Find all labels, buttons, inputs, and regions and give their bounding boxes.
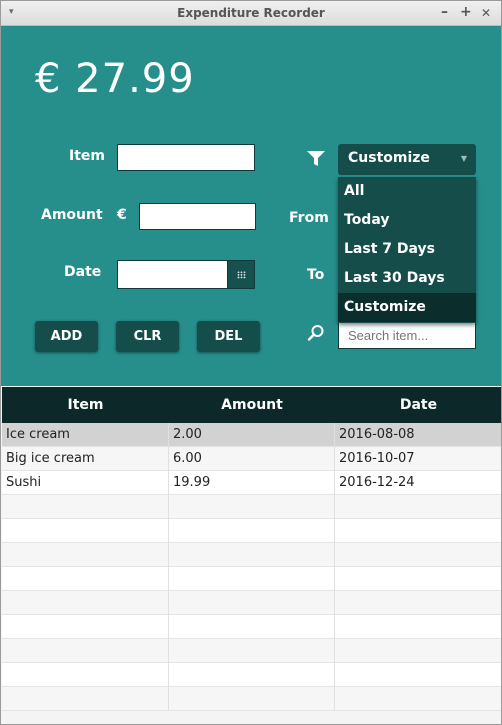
empty-table-row (2, 495, 501, 519)
search-input[interactable] (338, 321, 476, 349)
filter-selected-value: Customize (348, 150, 430, 166)
cell-item: Ice cream (2, 423, 169, 447)
filter-combobox[interactable]: Customize ▼ (338, 144, 476, 175)
calendar-icon (237, 271, 246, 279)
empty-table-row (2, 591, 501, 615)
cell-date: 2016-12-24 (339, 475, 415, 490)
cell-amount: 19.99 (169, 471, 335, 495)
amount-input[interactable] (139, 203, 256, 230)
filter-dropdown-menu: All Today Last 7 Days Last 30 Days Custo… (338, 177, 476, 323)
item-label: Item (69, 148, 105, 164)
empty-table-row (2, 639, 501, 663)
item-input[interactable] (117, 144, 255, 171)
empty-table-row (2, 687, 501, 711)
date-picker-button[interactable] (228, 260, 255, 289)
table-row[interactable]: Ice cream 2.00 2016-08-08 (2, 423, 501, 447)
column-header-item[interactable]: Item (2, 387, 169, 423)
expense-table: Item Amount Date Ice cream 2.00 2016-08-… (2, 387, 501, 724)
empty-table-row (2, 615, 501, 639)
to-label: To (307, 267, 325, 283)
filter-option-last-30-days[interactable]: Last 30 Days (338, 264, 476, 293)
empty-table-row (2, 663, 501, 687)
amount-label: Amount (41, 207, 103, 223)
filter-option-all[interactable]: All (338, 177, 476, 206)
cell-amount: 6.00 (169, 447, 335, 471)
from-label: From (289, 210, 329, 226)
date-input[interactable] (117, 260, 228, 289)
filter-option-today[interactable]: Today (338, 206, 476, 235)
table-row[interactable]: Sushi 19.99 2016-12-24 (2, 471, 501, 495)
filter-icon (307, 151, 325, 166)
title-bar[interactable]: ▾ Expenditure Recorder – + ✕ (1, 1, 501, 26)
table-row[interactable]: Big ice cream 6.00 2016-10-07 (2, 447, 501, 471)
add-button[interactable]: ADD (35, 321, 98, 352)
delete-button[interactable]: DEL (197, 321, 260, 352)
window-title: Expenditure Recorder (177, 6, 325, 20)
cell-amount: 2.00 (169, 423, 335, 447)
input-panel: € 27.99 Item Amount € Date ADD CLR DEL C… (1, 26, 501, 386)
filter-option-last-7-days[interactable]: Last 7 Days (338, 235, 476, 264)
maximize-icon[interactable]: + (460, 4, 472, 20)
chevron-down-icon: ▼ (460, 154, 467, 163)
clear-button[interactable]: CLR (116, 321, 179, 352)
table-body: Ice cream 2.00 2016-08-08 Big ice cream … (2, 423, 501, 711)
close-icon[interactable]: ✕ (481, 6, 491, 20)
column-header-date[interactable]: Date (335, 387, 501, 423)
cell-date: 2016-10-07 (339, 451, 415, 466)
cell-item: Sushi (2, 471, 169, 495)
minimize-icon[interactable]: – (441, 4, 448, 20)
empty-table-row (2, 519, 501, 543)
date-label: Date (64, 264, 102, 280)
filter-option-customize[interactable]: Customize (338, 293, 476, 322)
column-header-amount[interactable]: Amount (169, 387, 335, 423)
search-icon (307, 325, 324, 341)
app-window: ▾ Expenditure Recorder – + ✕ € 27.99 Ite… (0, 0, 502, 725)
table-header: Item Amount Date (2, 387, 501, 423)
currency-symbol: € (117, 207, 127, 223)
cell-date: 2016-08-08 (339, 427, 415, 442)
cell-item: Big ice cream (2, 447, 169, 471)
empty-table-row (2, 567, 501, 591)
total-amount: € 27.99 (35, 56, 195, 102)
empty-table-row (2, 543, 501, 567)
